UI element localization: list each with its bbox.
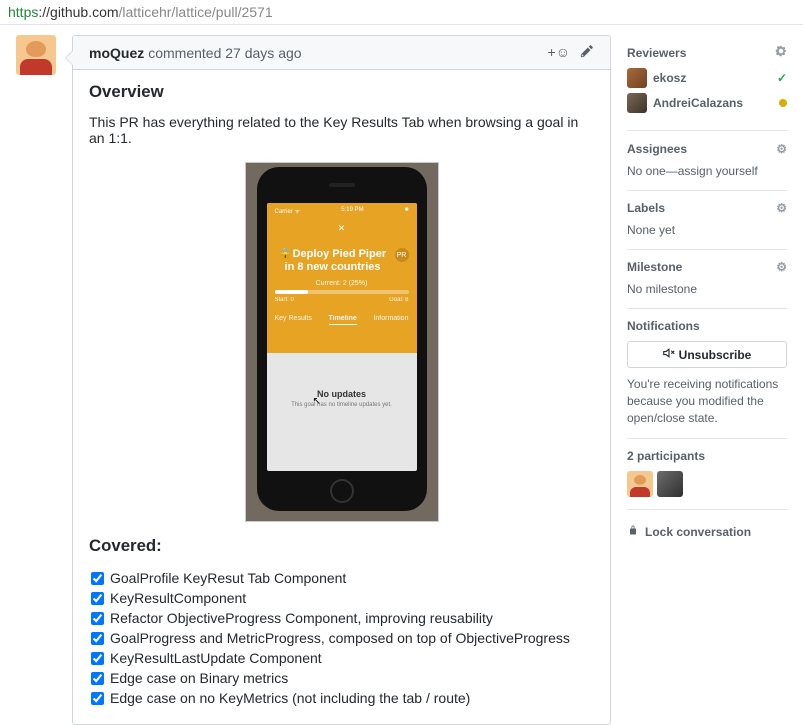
author-avatar-column: [16, 35, 56, 78]
author-avatar[interactable]: [16, 35, 56, 75]
reviewers-label: Reviewers: [627, 46, 686, 60]
lock-section: Lock conversation: [627, 510, 787, 551]
phone-goal-title: Deploy Pied Piper in 8 new countries: [285, 248, 387, 273]
edit-icon[interactable]: [580, 44, 594, 61]
comment-header: moQuez commented 27 days ago +☺: [73, 36, 610, 70]
checklist-checkbox[interactable]: [91, 692, 104, 705]
checklist-checkbox[interactable]: [91, 592, 104, 605]
screenshot-embed: Carrier ᯤ 5:19 PM ■ ✕ 🔒Deploy Pied Piper…: [89, 162, 594, 522]
lock-conversation-link[interactable]: Lock conversation: [627, 524, 787, 539]
participant-avatar[interactable]: [627, 471, 653, 497]
checklist-text: KeyResultLastUpdate Component: [110, 650, 322, 666]
reviewer-name: AndreiCalazans: [653, 96, 743, 110]
comment-timestamp: commented 27 days ago: [148, 45, 301, 61]
overview-text: This PR has everything related to the Ke…: [89, 114, 594, 146]
phone-battery: ■: [405, 207, 409, 215]
phone-progress-bar: [275, 290, 409, 294]
overview-heading: Overview: [89, 82, 594, 102]
checklist-text: Refactor ObjectiveProgress Component, im…: [110, 610, 493, 626]
url-host: ://github.com: [38, 4, 118, 20]
add-reaction-icon[interactable]: +☺: [548, 44, 570, 61]
checklist-text: GoalProgress and MetricProgress, compose…: [110, 630, 570, 646]
participant-avatar[interactable]: [657, 471, 683, 497]
phone-badge: PR: [395, 248, 409, 262]
phone-close-icon: ✕: [275, 223, 409, 234]
milestone-text: No milestone: [627, 282, 787, 296]
pending-dot-icon: [779, 96, 787, 110]
notification-note: You're receiving notifications because y…: [627, 376, 787, 426]
reviewer-row[interactable]: ekosz ✓: [627, 68, 787, 88]
participants-label: 2 participants: [627, 449, 705, 463]
covered-heading: Covered:: [89, 536, 594, 556]
checklist-checkbox[interactable]: [91, 652, 104, 665]
phone-home-button: [330, 479, 354, 503]
checklist-checkbox[interactable]: [91, 612, 104, 625]
gear-icon[interactable]: [775, 45, 787, 60]
gear-icon[interactable]: ⚙: [764, 141, 787, 156]
checklist-item: Edge case on Binary metrics: [91, 668, 594, 688]
check-icon: ✓: [777, 71, 787, 85]
lock-icon: [627, 524, 639, 539]
checklist-checkbox[interactable]: [91, 572, 104, 585]
phone-tab-timeline: Timeline: [329, 315, 357, 325]
checklist-item: GoalProgress and MetricProgress, compose…: [91, 628, 594, 648]
reviewer-avatar: [627, 68, 647, 88]
phone-carrier: Carrier ᯤ: [275, 207, 300, 215]
reviewers-section: Reviewers ekosz ✓ AndreiCalazans: [627, 35, 787, 131]
milestone-section: Milestone ⚙ No milestone: [627, 250, 787, 309]
phone-lock-icon: 🔒: [279, 248, 293, 260]
mute-icon: [663, 347, 675, 362]
url-scheme: https: [8, 4, 38, 20]
checklist-item: GoalProfile KeyResut Tab Component: [91, 568, 594, 588]
gear-icon[interactable]: ⚙: [776, 260, 787, 274]
comment-box: moQuez commented 27 days ago +☺ Overview…: [72, 35, 611, 725]
checklist-text: GoalProfile KeyResut Tab Component: [110, 570, 346, 586]
comment-body: Overview This PR has everything related …: [73, 70, 610, 724]
checklist-checkbox[interactable]: [91, 672, 104, 685]
labels-section: Labels ⚙ None yet: [627, 191, 787, 250]
comment-author[interactable]: moQuez: [89, 45, 144, 61]
notifications-section: Notifications Unsubscribe You're receivi…: [627, 309, 787, 439]
assignees-section: Assignees ⚙ No one—assign yourself: [627, 131, 787, 191]
phone-goal: Goal: 8: [389, 297, 408, 303]
checklist-text: Edge case on Binary metrics: [110, 670, 288, 686]
covered-list: GoalProfile KeyResut Tab Component KeyRes…: [89, 568, 594, 708]
checklist-item: Edge case on no KeyMetrics (not includin…: [91, 688, 594, 708]
gear-icon[interactable]: ⚙: [776, 201, 787, 215]
checklist-item: KeyResultLastUpdate Component: [91, 648, 594, 668]
participants-section: 2 participants: [627, 439, 787, 510]
phone-tab-keyresults: Key Results: [275, 315, 312, 325]
unsubscribe-label: Unsubscribe: [679, 348, 752, 362]
phone-current: Current: 2 (25%): [275, 280, 409, 287]
cursor-icon: ↖: [313, 396, 321, 407]
reviewer-row[interactable]: AndreiCalazans: [627, 93, 787, 113]
phone-empty-sub: This goal has no timeline updates yet.: [267, 402, 417, 408]
checklist-item: Refactor ObjectiveProgress Component, im…: [91, 608, 594, 628]
url-bar[interactable]: https://github.com/latticehr/lattice/pul…: [0, 0, 803, 25]
checklist-text: KeyResultComponent: [110, 590, 246, 606]
assignees-text[interactable]: No one—assign yourself: [627, 164, 787, 178]
labels-label: Labels: [627, 201, 665, 215]
sidebar: Reviewers ekosz ✓ AndreiCalazans Assignees…: [627, 35, 787, 551]
assignees-label: Assignees: [627, 142, 687, 156]
checklist-item: KeyResultComponent: [91, 588, 594, 608]
phone-time: 5:19 PM: [341, 207, 363, 215]
lock-label: Lock conversation: [645, 525, 751, 539]
phone-tab-information: Information: [373, 315, 408, 325]
phone-empty-title: No updates: [267, 389, 417, 399]
labels-text: None yet: [627, 223, 787, 237]
milestone-label: Milestone: [627, 260, 682, 274]
checklist-checkbox[interactable]: [91, 632, 104, 645]
url-path: /latticehr/lattice/pull/2571: [119, 4, 273, 20]
reviewer-name: ekosz: [653, 71, 686, 85]
notifications-label: Notifications: [627, 319, 700, 333]
unsubscribe-button[interactable]: Unsubscribe: [627, 341, 787, 368]
reviewer-avatar: [627, 93, 647, 113]
checklist-text: Edge case on no KeyMetrics (not includin…: [110, 690, 470, 706]
phone-start: Start: 0: [275, 297, 294, 303]
